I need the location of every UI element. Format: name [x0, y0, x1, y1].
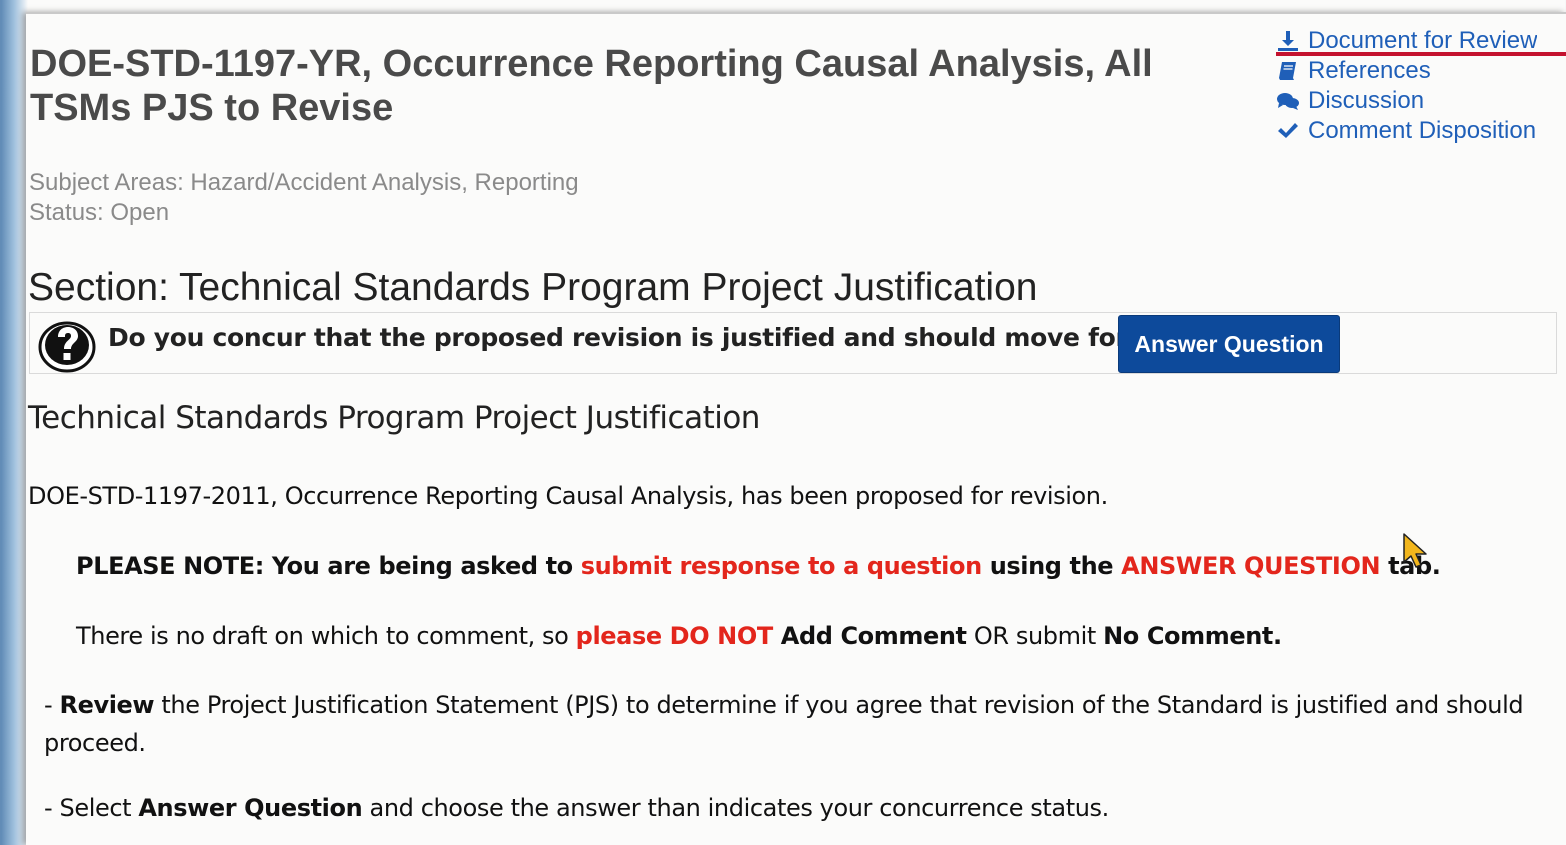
review-dash: -: [44, 691, 60, 719]
discussion-link[interactable]: Discussion: [1274, 86, 1537, 116]
select-keyword: Answer Question: [138, 794, 363, 822]
references-label: References: [1308, 57, 1431, 84]
comments-icon: [1274, 90, 1302, 112]
please-note-paragraph: PLEASE NOTE: You are being asked to subm…: [76, 552, 1441, 580]
mouse-cursor-icon: [1402, 532, 1432, 577]
comment-disposition-label: Comment Disposition: [1308, 117, 1537, 144]
subject-areas: Subject Areas: Hazard/Accident Analysis,…: [29, 169, 579, 196]
no-draft-paragraph: There is no draft on which to comment, s…: [76, 622, 1282, 650]
page-canvas: DOE-STD-1197-YR, Occurrence Reporting Ca…: [26, 12, 1566, 845]
note-text: PLEASE NOTE: You are being asked to: [76, 552, 581, 580]
document-for-review-label: Document for Review: [1308, 27, 1538, 54]
status-text: Status: Open: [29, 199, 170, 226]
select-instruction: - Select Answer Question and choose the …: [44, 794, 1109, 822]
page-title: DOE-STD-1197-YR, Occurrence Reporting Ca…: [30, 43, 1153, 129]
checkmark-icon: [1274, 120, 1302, 142]
intro-paragraph: DOE-STD-1197-2011, Occurrence Reporting …: [28, 482, 1108, 510]
discussion-label: Discussion: [1308, 87, 1425, 114]
content-heading: Technical Standards Program Project Just…: [28, 400, 760, 436]
review-keyword: Review: [59, 691, 155, 719]
note-emphasis-submit: submit response to a question: [580, 552, 982, 580]
review-instruction: - Review the Project Justification State…: [44, 686, 1544, 762]
draft-emphasis: please DO NOT: [575, 622, 774, 650]
download-icon: [1274, 30, 1302, 52]
draft-text-2: OR submit: [966, 622, 1104, 650]
book-icon: [1274, 60, 1302, 82]
red-underline-annotation: [1276, 52, 1566, 56]
answer-question-button[interactable]: Answer Question: [1118, 315, 1340, 373]
question-text: Do you concur that the proposed revision…: [108, 323, 1211, 352]
side-links: Document for Review References Discussio…: [1274, 26, 1537, 146]
question-mark-icon: [36, 315, 98, 380]
review-text: the Project Justification Statement (PJS…: [44, 691, 1524, 757]
page-meta: Subject Areas: Hazard/Accident Analysis,…: [29, 168, 579, 228]
note-text-2: using the: [981, 552, 1122, 580]
select-text: - Select: [44, 794, 139, 822]
draft-add-comment: Add Comment: [772, 622, 967, 650]
section-heading: Section: Technical Standards Program Pro…: [28, 266, 1038, 309]
note-emphasis-tab: ANSWER QUESTION: [1121, 552, 1381, 580]
comment-disposition-link[interactable]: Comment Disposition: [1274, 116, 1537, 146]
select-text-2: and choose the answer than indicates you…: [362, 794, 1110, 822]
references-link[interactable]: References: [1274, 56, 1537, 86]
draft-text: There is no draft on which to comment, s…: [76, 622, 576, 650]
draft-no-comment: No Comment.: [1103, 622, 1282, 650]
question-panel: Do you concur that the proposed revision…: [29, 312, 1557, 374]
